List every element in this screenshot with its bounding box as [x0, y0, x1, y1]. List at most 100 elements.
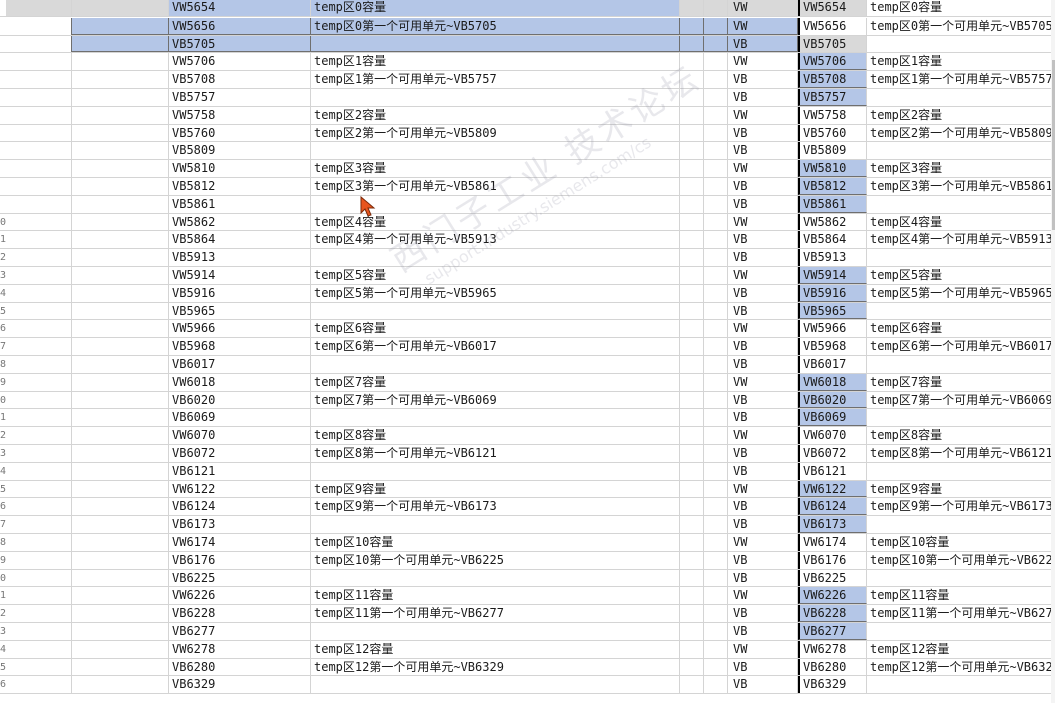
table-row[interactable]: 2 VW6070 temp区8容量 VW VW6070 temp区8容量: [0, 427, 1055, 445]
table-row[interactable]: 9 VW6018 temp区7容量 VW VW6018 temp区7容量: [0, 373, 1055, 392]
cell-description-copy[interactable]: temp区12第一个可用单元~VB6329: [867, 659, 1055, 676]
cell-address-copy[interactable]: VB6280: [798, 658, 867, 676]
cell-description[interactable]: temp区1第一个可用单元~VB5757: [311, 71, 680, 88]
cell-type[interactable]: VW: [728, 320, 798, 338]
cell-type[interactable]: VW: [728, 160, 798, 177]
table-row[interactable]: 1 VB6069 VB VB6069: [0, 409, 1055, 428]
cell-col-a[interactable]: [6, 249, 72, 266]
cell-address[interactable]: VW6122: [169, 480, 311, 498]
cell-col-a[interactable]: [6, 266, 72, 284]
cell-col-b[interactable]: [72, 533, 169, 551]
cell-description-copy[interactable]: temp区5容量: [867, 267, 1055, 284]
cell-col-b[interactable]: [72, 587, 169, 605]
table-row[interactable]: 5 VB6280 temp区12第一个可用单元~VB6329 VB VB6280 temp…: [0, 658, 1055, 677]
cell-type[interactable]: VW: [728, 106, 798, 124]
table-row[interactable]: 1 VW6226 temp区11容量 VW VW6226 temp区11容量: [0, 587, 1055, 606]
cell-address[interactable]: VW5654: [169, 0, 311, 16]
cell-address[interactable]: VB6277: [169, 622, 311, 640]
cell-address[interactable]: VB5809: [169, 142, 311, 160]
table-row[interactable]: 7 VB5968 temp区6第一个可用单元~VB6017 VB VB5968 temp区…: [0, 338, 1055, 356]
cell-col-f[interactable]: [704, 320, 728, 338]
cell-col-a[interactable]: [6, 302, 72, 320]
cell-description[interactable]: [311, 302, 680, 320]
table-row[interactable]: 3 VB6277 VB VB6277: [0, 622, 1055, 641]
cell-description-copy[interactable]: temp区4容量: [867, 214, 1055, 231]
cell-description[interactable]: [311, 88, 680, 106]
cell-description-copy[interactable]: temp区9容量: [867, 481, 1055, 498]
cell-address[interactable]: VB6017: [169, 355, 311, 373]
cell-type[interactable]: VB: [728, 676, 798, 694]
cell-col-e[interactable]: [680, 587, 704, 605]
cell-type[interactable]: VB: [728, 462, 798, 480]
cell-description[interactable]: temp区3容量: [311, 160, 680, 177]
cell-description-copy[interactable]: temp区5第一个可用单元~VB5965: [867, 285, 1055, 302]
cell-col-f[interactable]: [704, 284, 728, 302]
cell-description[interactable]: temp区10第一个可用单元~VB6225: [311, 551, 680, 569]
cell-address-copy[interactable]: VB6072: [798, 444, 867, 462]
cell-description-copy[interactable]: temp区8第一个可用单元~VB6121: [867, 445, 1055, 462]
cell-type[interactable]: VW: [728, 480, 798, 498]
cell-description[interactable]: [311, 142, 680, 160]
cell-col-b[interactable]: [72, 177, 169, 195]
cell-type[interactable]: VB: [728, 231, 798, 249]
cell-description-copy[interactable]: [867, 356, 1055, 373]
cell-col-a[interactable]: [6, 88, 72, 106]
cell-col-e[interactable]: [680, 195, 704, 213]
cell-address-copy[interactable]: VB6124: [798, 498, 867, 516]
cell-address-copy[interactable]: VB6017: [798, 355, 867, 373]
cell-address-copy[interactable]: VB5861: [798, 195, 867, 213]
cell-col-a[interactable]: [6, 124, 72, 142]
cell-description[interactable]: [311, 516, 680, 533]
cell-description-copy[interactable]: [867, 516, 1055, 533]
cell-description-copy[interactable]: [867, 142, 1055, 159]
cell-col-b[interactable]: [72, 373, 169, 391]
cell-col-a[interactable]: [6, 160, 72, 177]
cell-description-copy[interactable]: temp区3第一个可用单元~VB5861: [867, 178, 1055, 195]
cell-description-copy[interactable]: temp区12容量: [867, 641, 1055, 658]
cell-col-f[interactable]: [704, 640, 728, 658]
cell-col-f[interactable]: [704, 551, 728, 569]
cell-col-b[interactable]: [72, 498, 169, 516]
cell-col-f[interactable]: [704, 266, 728, 284]
cell-address-copy[interactable]: VB5965: [798, 302, 867, 320]
cell-address[interactable]: VB5861: [169, 195, 311, 213]
cell-address-copy[interactable]: VW5758: [798, 106, 867, 124]
cell-col-b[interactable]: [72, 658, 169, 676]
cell-col-e[interactable]: [680, 338, 704, 355]
cell-col-e[interactable]: [680, 106, 704, 124]
cell-col-b[interactable]: [72, 17, 169, 35]
cell-type[interactable]: VB: [728, 249, 798, 266]
cell-col-b[interactable]: [72, 320, 169, 338]
cell-description[interactable]: [311, 249, 680, 266]
cell-col-f[interactable]: [704, 373, 728, 391]
cell-description[interactable]: temp区0第一个可用单元~VB5705: [311, 17, 680, 35]
cell-address[interactable]: VW5810: [169, 160, 311, 177]
cell-description-copy[interactable]: [867, 303, 1055, 320]
cell-address-copy[interactable]: VB6020: [798, 391, 867, 409]
cell-address-copy[interactable]: VW5966: [798, 320, 867, 338]
cell-description[interactable]: temp区4第一个可用单元~VB5913: [311, 231, 680, 249]
cell-type[interactable]: VB: [728, 409, 798, 427]
cell-col-f[interactable]: [704, 533, 728, 551]
cell-col-a[interactable]: [6, 195, 72, 213]
cell-description[interactable]: temp区9容量: [311, 480, 680, 498]
table-row[interactable]: VB5705 VB VB5705: [0, 35, 1055, 54]
cell-col-b[interactable]: [72, 142, 169, 160]
cell-col-f[interactable]: [704, 71, 728, 88]
table-row[interactable]: 2 VB5913 VB VB5913: [0, 249, 1055, 267]
cell-description[interactable]: temp区5容量: [311, 266, 680, 284]
cell-description[interactable]: temp区12容量: [311, 640, 680, 658]
cell-type[interactable]: VW: [728, 213, 798, 231]
table-row[interactable]: 8 VB6017 VB VB6017: [0, 355, 1055, 374]
cell-address[interactable]: VB6069: [169, 409, 311, 427]
cell-col-a[interactable]: [6, 587, 72, 605]
cell-col-e[interactable]: [680, 640, 704, 658]
cell-description-copy[interactable]: [867, 676, 1055, 693]
table-row[interactable]: 0 VB6020 temp区7第一个可用单元~VB6069 VB VB6020 temp区…: [0, 391, 1055, 410]
cell-col-f[interactable]: [704, 213, 728, 231]
cell-type[interactable]: VB: [728, 284, 798, 302]
cell-col-e[interactable]: [680, 249, 704, 266]
cell-col-a[interactable]: [6, 106, 72, 124]
cell-col-a[interactable]: [6, 373, 72, 391]
table-row[interactable]: VB5861 VB VB5861: [0, 195, 1055, 214]
